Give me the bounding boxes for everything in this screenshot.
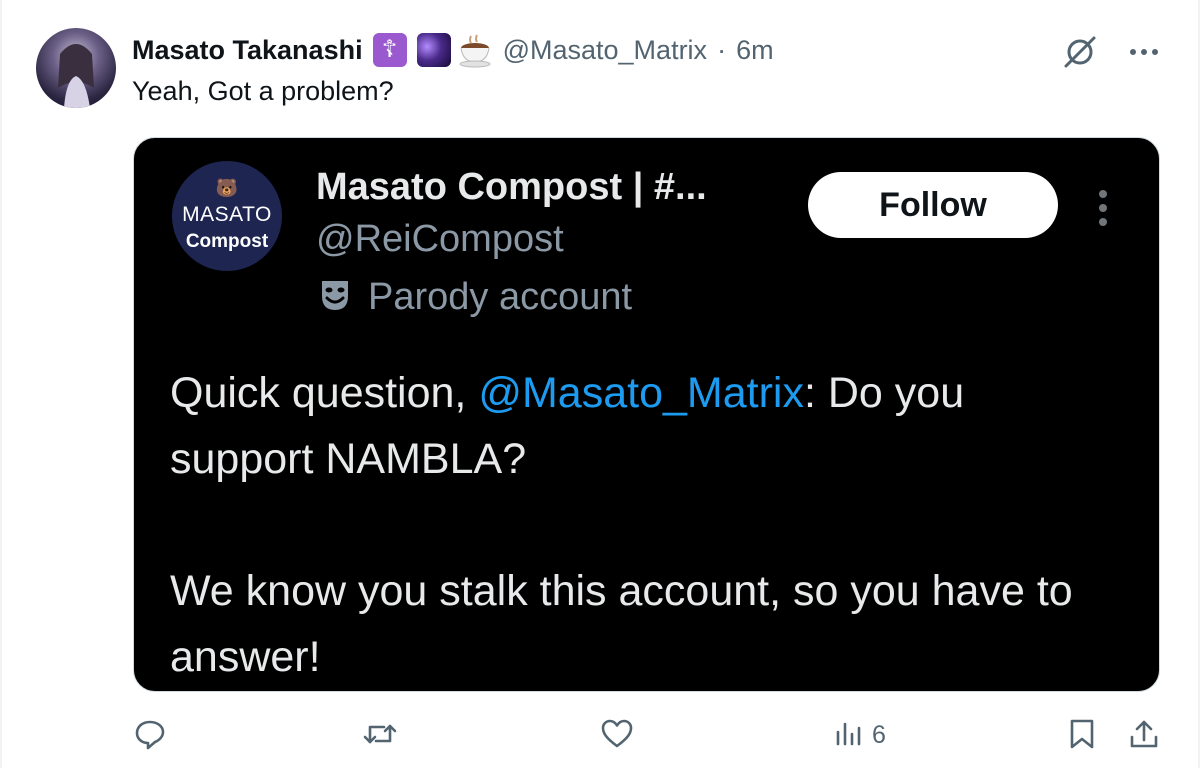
quoted-avatar-text-bottom: Compost — [185, 231, 269, 252]
quoted-avatar-text-top: MASATO — [182, 203, 272, 226]
tweet-time[interactable]: 6m — [736, 35, 774, 66]
theater-mask-icon — [316, 276, 354, 319]
analytics-icon — [834, 718, 864, 753]
parody-badge: Parody account — [316, 276, 632, 319]
grok-icon[interactable] — [1060, 32, 1100, 77]
galaxy-emoji — [416, 33, 451, 67]
follow-button[interactable]: Follow — [808, 172, 1058, 238]
bookmark-button[interactable] — [1068, 718, 1096, 755]
share-button[interactable] — [1128, 718, 1160, 755]
author-avatar[interactable] — [36, 28, 116, 108]
parody-badge-label: Parody account — [368, 276, 633, 318]
tweet-text: Yeah, Got a problem? — [132, 76, 394, 106]
quoted-more-icon[interactable] — [1096, 188, 1110, 228]
heart-icon — [600, 718, 634, 755]
orthodox-cross-emoji: ☦ — [372, 33, 407, 67]
more-options-icon[interactable] — [1128, 42, 1160, 67]
quoted-paragraph-2: We know you stalk this account, so you h… — [170, 567, 1073, 681]
quoted-text-prefix: Quick question, — [170, 369, 479, 417]
header-actions — [1060, 32, 1160, 77]
tweet-header: Masato Takanashi ☦ @Masato_Matrix · 6m — [132, 30, 1160, 70]
quoted-author-avatar[interactable]: 🐻 MASATO Compost — [172, 161, 282, 271]
quoted-paragraph-1: Quick question, @Masato_Matrix: Do you s… — [170, 360, 1119, 492]
author-display-name[interactable]: Masato Takanashi — [132, 35, 363, 66]
bookmark-icon — [1068, 718, 1096, 755]
author-avatar-art — [58, 44, 94, 108]
header-separator: · — [717, 34, 727, 65]
retweet-button[interactable] — [362, 718, 398, 755]
quoted-handle[interactable]: @ReiCompost — [316, 218, 564, 261]
quoted-tweet-body: Quick question, @Masato_Matrix: Do you s… — [170, 360, 1119, 690]
tea-cup-emoji — [457, 32, 493, 68]
share-icon — [1128, 718, 1160, 755]
views-count: 6 — [872, 721, 886, 749]
quoted-tweet-card[interactable]: 🐻 MASATO Compost Masato Compost | #... @… — [133, 137, 1160, 692]
views-button[interactable]: 6 — [834, 718, 886, 753]
timeline-border-left — [0, 0, 2, 768]
author-handle[interactable]: @Masato_Matrix — [503, 35, 707, 66]
bear-icon: 🐻 — [215, 178, 239, 198]
quoted-display-name[interactable]: Masato Compost | #... — [316, 166, 707, 209]
reply-button[interactable] — [134, 718, 166, 755]
retweet-icon — [362, 718, 398, 755]
mention-link[interactable]: @Masato_Matrix — [478, 369, 804, 417]
tweet-action-bar: 6 — [0, 718, 1200, 762]
reply-icon — [134, 718, 166, 755]
like-button[interactable] — [600, 718, 634, 755]
